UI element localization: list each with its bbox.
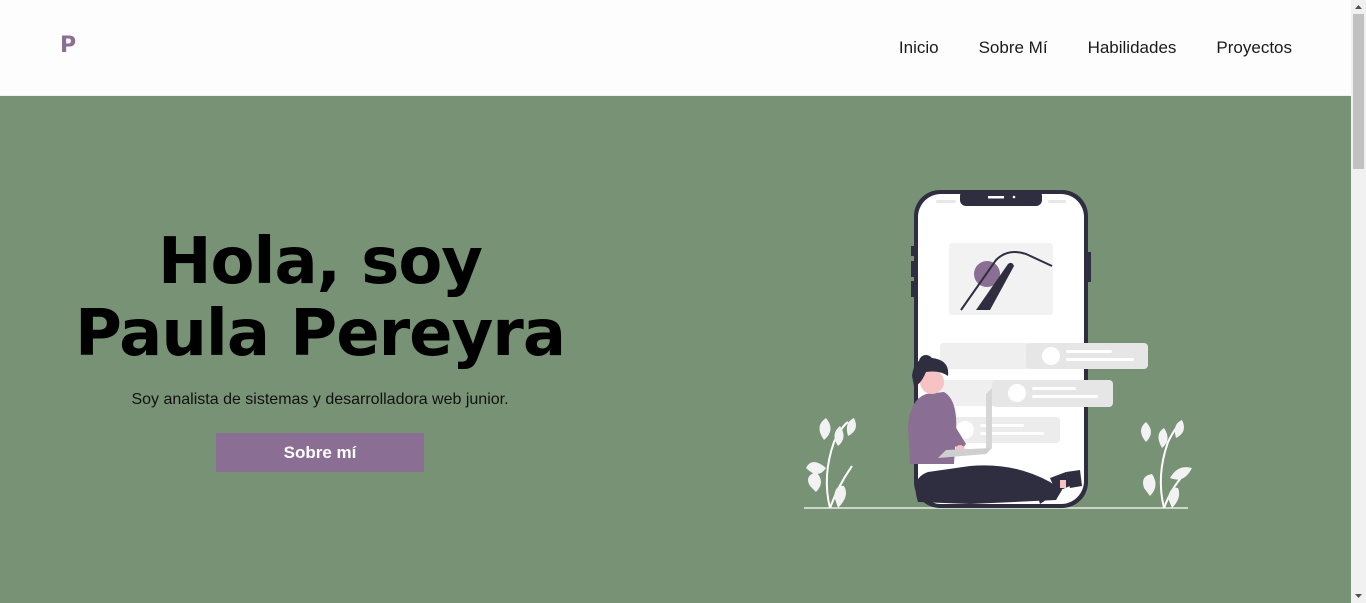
header: P Inicio Sobre Mí Habilidades Proyectos	[0, 0, 1351, 96]
nav-item-proyectos[interactable]: Proyectos	[1216, 38, 1292, 58]
page: P Inicio Sobre Mí Habilidades Proyectos …	[0, 0, 1351, 603]
hero-section: Hola, soy Paula Pereyra Soy analista de …	[0, 96, 1351, 603]
nav-item-sobre-mi[interactable]: Sobre Mí	[979, 38, 1048, 58]
woman-with-laptop-and-phone-illustration	[804, 190, 1192, 509]
nav-item-habilidades[interactable]: Habilidades	[1088, 38, 1177, 58]
hero-title-line-2: Paula Pereyra	[74, 297, 566, 371]
hero-title-line-1: Hola, soy	[157, 225, 483, 299]
scroll-up-arrow-icon[interactable]	[1351, 0, 1366, 14]
about-me-button[interactable]: Sobre mí	[216, 433, 424, 472]
logo[interactable]: P	[60, 33, 76, 58]
scroll-down-arrow-icon[interactable]	[1351, 589, 1366, 603]
vertical-scrollbar[interactable]	[1351, 0, 1366, 603]
nav-item-inicio[interactable]: Inicio	[899, 38, 939, 58]
hero-title: Hola, soy Paula Pereyra	[0, 226, 640, 370]
main-nav: Inicio Sobre Mí Habilidades Proyectos	[899, 38, 1292, 58]
scrollbar-thumb[interactable]	[1353, 14, 1364, 169]
hero-subtitle: Soy analista de sistemas y desarrollador…	[131, 391, 509, 408]
